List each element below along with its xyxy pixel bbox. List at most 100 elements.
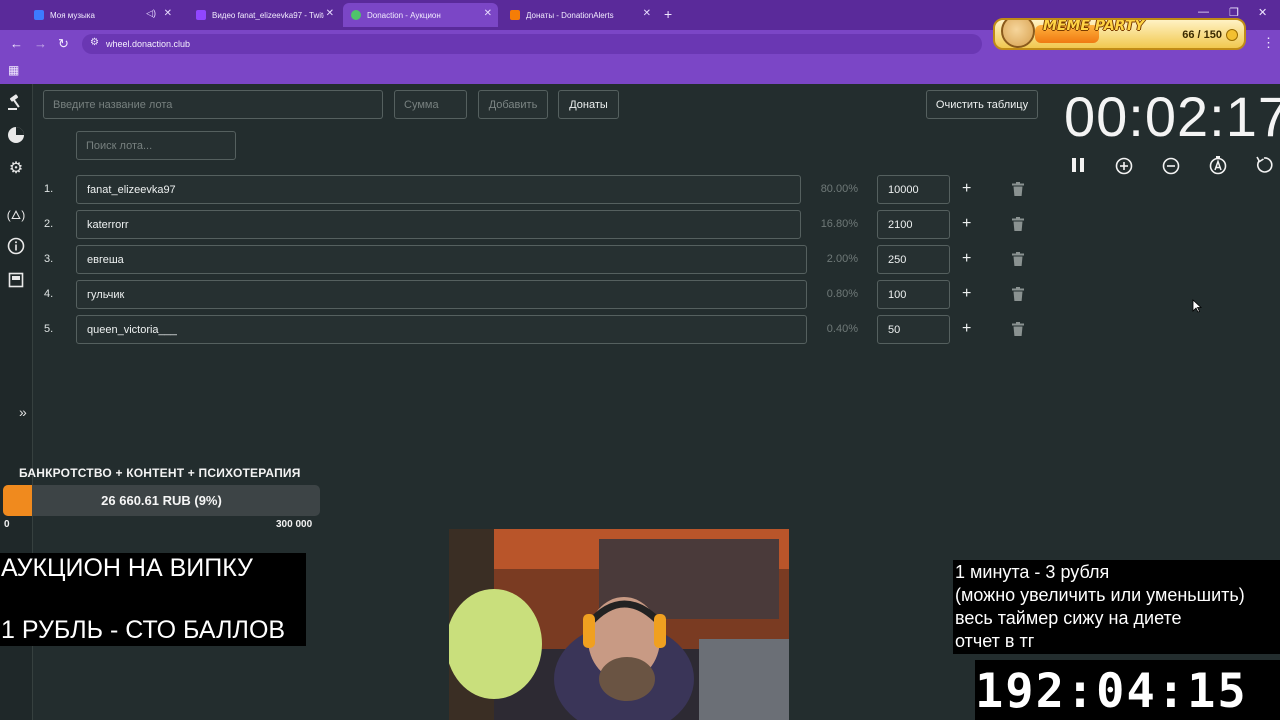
subtract-time-icon[interactable] [1161, 155, 1181, 175]
music-favicon-icon [34, 10, 44, 20]
add-time-icon[interactable] [1114, 155, 1134, 175]
back-icon[interactable]: ← [10, 36, 23, 51]
lot-row: 1. fanat_elizeevka97 80.00% 10000 + [0, 175, 1040, 205]
add-button[interactable]: Добавить [478, 90, 548, 119]
coin-icon [1226, 29, 1238, 41]
lot-percent: 0.80% [826, 288, 858, 300]
site-settings-icon[interactable]: ⚙ [90, 37, 99, 48]
lot-number: 1. [44, 183, 54, 195]
twitch-favicon-icon [196, 10, 206, 20]
forward-icon[interactable]: → [34, 36, 47, 51]
url-field[interactable]: ⚙ wheel.donaction.club [82, 34, 982, 54]
webcam-feed [449, 529, 789, 720]
lot-amount-field[interactable]: 50 [877, 315, 950, 344]
add-amount-icon[interactable]: + [962, 320, 971, 338]
tab-donationalerts[interactable]: Донаты - DonationAlerts ✕ [502, 3, 657, 27]
lot-name-field[interactable]: queen_victoria___ [76, 315, 807, 344]
auction-hammer-icon[interactable] [6, 92, 26, 112]
clear-table-button[interactable]: Очистить таблицу [926, 90, 1038, 119]
lot-number: 2. [44, 218, 54, 230]
add-amount-icon[interactable]: + [962, 250, 971, 268]
wheel-chart-icon[interactable] [6, 125, 26, 145]
lot-amount-field[interactable]: 100 [877, 280, 950, 309]
auction-rules-overlay: АУКЦИОН НА ВИПКУ 1 РУБЛЬ - СТО БАЛЛОВ [0, 553, 306, 646]
lot-amount-field[interactable]: 2100 [877, 210, 950, 239]
new-tab-icon[interactable]: + [664, 6, 672, 22]
webcam-image [449, 529, 789, 720]
close-tab-icon[interactable]: ✕ [643, 8, 651, 19]
tab-title: Donaction - Аукцион [367, 10, 441, 20]
stream-timer-overlay: 192:04:15 [975, 660, 1280, 720]
stream-info-overlay: 1 минута - 3 рубля (можно увеличить или … [953, 560, 1280, 654]
mouse-cursor-icon [1192, 299, 1202, 313]
lot-name-field[interactable]: гульчик [76, 280, 807, 309]
tab-title: Видео fanat_elizeevka97 - Twitch [212, 10, 324, 20]
delete-lot-icon[interactable] [1012, 322, 1024, 336]
donationalerts-favicon-icon [510, 10, 520, 20]
delete-lot-icon[interactable] [1012, 252, 1024, 266]
expand-sidebar-icon[interactable]: » [19, 404, 27, 420]
reset-timer-icon[interactable] [1254, 155, 1274, 175]
lot-name-field[interactable]: katerrorr [76, 210, 801, 239]
speaker-icon[interactable]: ◁) [146, 8, 156, 19]
url-text: wheel.donaction.club [106, 39, 191, 49]
tab-donaction[interactable]: Donaction - Аукцион ✕ [343, 3, 498, 27]
goal-title: БАНКРОТСТВО + КОНТЕНТ + ПСИХОТЕРАПИЯ [19, 466, 301, 480]
auto-timer-icon[interactable] [1208, 155, 1228, 175]
lot-number: 3. [44, 253, 54, 265]
lot-number: 4. [44, 288, 54, 300]
donaction-favicon-icon [351, 10, 361, 20]
tab-music[interactable]: Моя музыка ◁) ✕ [26, 3, 178, 27]
minimize-icon[interactable]: — [1198, 6, 1209, 18]
meme-party-title: MEME PARTY [1043, 18, 1145, 34]
delete-lot-icon[interactable] [1012, 287, 1024, 301]
search-lot-input[interactable]: Поиск лота... [76, 131, 236, 160]
tab-title: Моя музыка [50, 10, 95, 20]
stream-timer: 192:04:15 [975, 664, 1248, 719]
info-line: (можно увеличить или уменьшить) [955, 585, 1245, 605]
delete-lot-icon[interactable] [1012, 182, 1024, 196]
lot-row: 4. гульчик 0.80% 100 + [0, 280, 1040, 310]
close-tab-icon[interactable]: ✕ [484, 8, 492, 19]
info-line: отчет в тг [955, 631, 1035, 651]
reload-icon[interactable]: ↻ [58, 36, 69, 52]
bookmarks-bar: ▦ [0, 58, 1280, 84]
lot-row: 5. queen_victoria___ 0.40% 50 + [0, 315, 1040, 345]
info-line: весь таймер сижу на диете [955, 608, 1182, 628]
lot-name-field[interactable]: fanat_elizeevka97 [76, 175, 801, 204]
browser-menu-icon[interactable]: ⋮ [1262, 35, 1275, 51]
close-tab-icon[interactable]: ✕ [164, 8, 172, 19]
apps-grid-icon[interactable]: ▦ [8, 63, 19, 77]
lot-percent: 2.00% [826, 253, 858, 265]
add-amount-icon[interactable]: + [962, 215, 971, 233]
add-amount-icon[interactable]: + [962, 285, 971, 303]
goal-min-label: 0 [4, 519, 10, 530]
add-amount-icon[interactable]: + [962, 180, 971, 198]
auction-timer: 00:02:17 [1064, 85, 1280, 148]
lot-row: 2. katerrorr 16.80% 2100 + [0, 210, 1040, 240]
lot-amount-field[interactable]: 10000 [877, 175, 950, 204]
lot-row: 3. евгеша 2.00% 250 + [0, 245, 1040, 275]
goal-progress-text: 26 660.61 RUB (9%) [101, 493, 222, 508]
delete-lot-icon[interactable] [1012, 217, 1024, 231]
auction-rule-line: АУКЦИОН НА ВИПКУ [1, 554, 253, 582]
auction-rule-line: 1 РУБЛЬ - СТО БАЛЛОВ [1, 616, 286, 644]
donations-button[interactable]: Донаты [558, 90, 619, 119]
close-tab-icon[interactable]: ✕ [326, 8, 334, 19]
lot-percent: 16.80% [820, 218, 858, 230]
goal-progress-bar: 26 660.61 RUB (9%) [3, 485, 320, 516]
meme-party-widget: MEME PARTY 66 / 150 [993, 18, 1246, 50]
goal-max-label: 300 000 [276, 519, 313, 530]
lot-percent: 80.00% [820, 183, 858, 195]
tab-twitch[interactable]: Видео fanat_elizeevka97 - Twitch ✕ [188, 3, 340, 27]
lot-name-field[interactable]: евгеша [76, 245, 807, 274]
pause-icon[interactable] [1068, 155, 1088, 175]
sum-input[interactable]: Сумма [394, 90, 467, 119]
close-window-icon[interactable]: ✕ [1258, 6, 1267, 19]
lot-number: 5. [44, 323, 54, 335]
tab-title: Донаты - DonationAlerts [526, 10, 614, 20]
lot-name-input[interactable]: Введите название лота [43, 90, 383, 119]
lot-amount-field[interactable]: 250 [877, 245, 950, 274]
doge-logo-icon [1001, 20, 1035, 48]
info-line: 1 минута - 3 рубля [955, 562, 1110, 582]
